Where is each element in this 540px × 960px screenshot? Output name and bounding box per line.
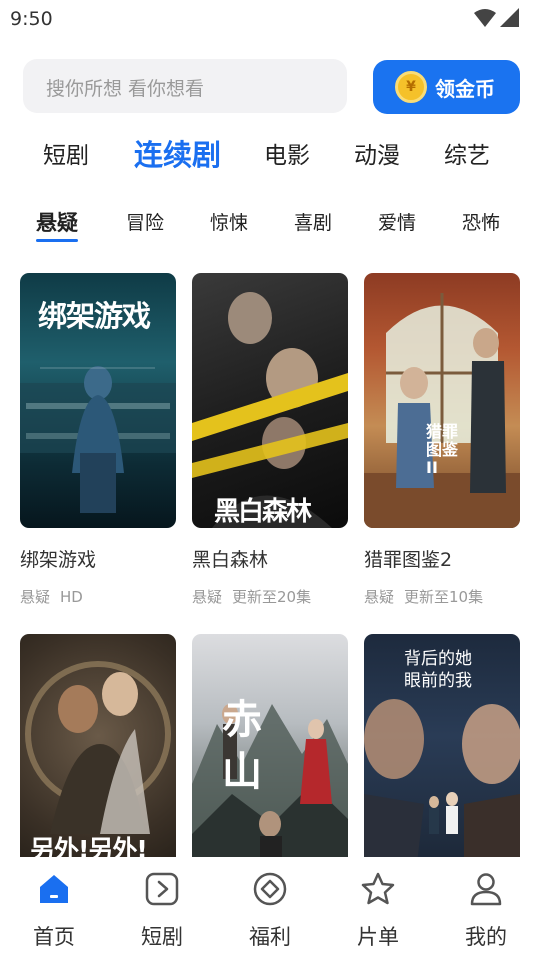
nav-label: 片单 [357, 925, 399, 949]
wifi-icon [474, 9, 496, 27]
bottom-navigation: 首页 短剧 福利 片单 我的 [0, 857, 540, 960]
poster-text: 背后的她 眼前的我 [404, 649, 472, 691]
nav-label: 我的 [465, 925, 507, 949]
tab-short-drama[interactable]: 短剧 [43, 136, 89, 170]
nav-label: 短剧 [141, 925, 183, 949]
card-status: 更新至20集 [232, 588, 312, 606]
genre-tabs: 悬疑 冒险 惊悚 喜剧 爱情 恐怖 [0, 202, 540, 246]
tab-romance[interactable]: 爱情 [378, 208, 416, 235]
card-genre: 悬疑 [364, 588, 395, 606]
active-tab-indicator [36, 239, 78, 242]
card-status: 更新至10集 [404, 588, 484, 606]
poster-card[interactable]: 黑白森林 [192, 273, 348, 528]
star-icon [361, 872, 395, 905]
nav-home[interactable]: 首页 [14, 871, 94, 951]
card-title[interactable]: 绑架游戏 [20, 545, 96, 572]
poster-card[interactable]: 绑架游戏 [20, 273, 176, 528]
tab-adventure[interactable]: 冒险 [126, 208, 164, 235]
main-category-tabs: 短剧 连续剧 电影 动漫 综艺 [0, 130, 540, 174]
profile-icon [470, 873, 502, 906]
search-box[interactable]: 搜你所想 看你想看 [23, 59, 347, 113]
poster-image [192, 292, 348, 528]
welfare-icon [253, 872, 287, 906]
card-status: HD [60, 588, 83, 606]
poster-card[interactable]: 猎罪图鉴II [364, 273, 520, 528]
poster-text: 猎罪图鉴II [426, 422, 459, 477]
poster-image [364, 293, 520, 528]
status-bar: 9:50 [0, 0, 540, 38]
card-meta: 悬疑 更新至10集 [364, 586, 483, 607]
nav-label: 首页 [33, 925, 75, 949]
tab-movies[interactable]: 电影 [264, 136, 310, 170]
signal-icon [500, 8, 519, 27]
tab-tv-series[interactable]: 连续剧 [134, 132, 221, 174]
tab-variety[interactable]: 综艺 [444, 136, 490, 170]
nav-welfare[interactable]: 福利 [230, 871, 310, 951]
tab-thriller[interactable]: 惊悚 [210, 208, 248, 235]
poster-text: 赤山 [222, 697, 262, 795]
card-genre: 悬疑 [192, 588, 223, 606]
claim-coins-button[interactable]: ¥ 领金币 [373, 60, 520, 114]
tab-comedy[interactable]: 喜剧 [294, 208, 332, 235]
search-input[interactable]: 搜你所想 看你想看 [46, 74, 204, 101]
card-title[interactable]: 黑白森林 [192, 545, 268, 572]
poster-card[interactable]: 背后的她 眼前的我 [364, 634, 520, 889]
claim-coins-label: 领金币 [435, 76, 495, 101]
play-icon [145, 872, 179, 906]
nav-short-drama[interactable]: 短剧 [122, 871, 202, 951]
status-icons [474, 8, 520, 28]
card-genre: 悬疑 [20, 588, 51, 606]
card-meta: 悬疑 更新至20集 [192, 586, 311, 607]
poster-text: 黑白森林 [214, 497, 312, 527]
nav-profile[interactable]: 我的 [446, 871, 526, 951]
card-meta: 悬疑 HD [20, 586, 83, 607]
nav-label: 福利 [249, 925, 291, 949]
card-title[interactable]: 猎罪图鉴2 [364, 545, 452, 572]
coin-icon: ¥ [395, 71, 427, 103]
status-time: 9:50 [10, 8, 53, 30]
home-icon [40, 875, 68, 903]
poster-card[interactable]: 赤山 [192, 634, 348, 889]
nav-playlist[interactable]: 片单 [338, 871, 418, 951]
tab-anime[interactable]: 动漫 [354, 136, 400, 170]
tab-suspense[interactable]: 悬疑 [36, 207, 78, 237]
poster-card[interactable]: 另外!另外! [20, 634, 176, 889]
poster-text: 绑架游戏 [38, 299, 151, 333]
tab-horror[interactable]: 恐怖 [462, 208, 500, 235]
